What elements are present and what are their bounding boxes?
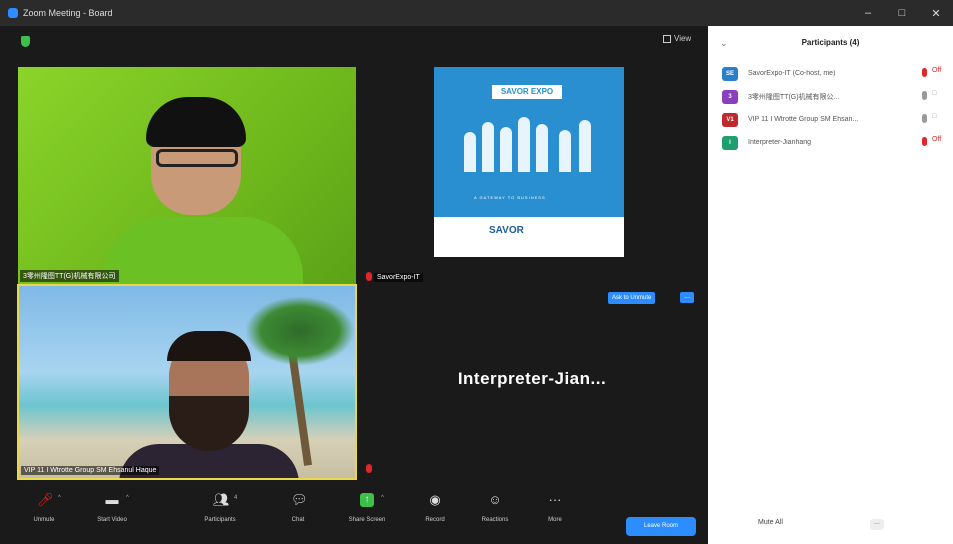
- close-icon[interactable]: ✕: [919, 0, 953, 26]
- participant-count: 4: [234, 495, 238, 501]
- chevron-up-icon[interactable]: ^: [126, 495, 129, 501]
- more-icon: ···: [548, 492, 562, 507]
- participant-row[interactable]: SE SavorExpo-IT (Co-host, me) Off: [708, 62, 953, 85]
- avatar: 3: [722, 89, 738, 104]
- participant-name: Interpreter-Jianhang: [748, 139, 812, 146]
- avatar: SE: [722, 66, 738, 81]
- savor-expo-poster: SAVOR EXPO A GATEWAY TO BUSINESS SAVOR: [434, 67, 624, 257]
- encryption-shield-icon[interactable]: [21, 36, 30, 47]
- avatar: I: [722, 135, 738, 150]
- gallery-grid-icon: [663, 34, 671, 43]
- unmute-label: Unmute: [33, 517, 55, 523]
- poster-tagline: A GATEWAY TO BUSINESS: [474, 195, 546, 200]
- start-video-label: Start Video: [97, 517, 127, 523]
- mic-status-icon: [922, 114, 927, 123]
- participants-panel: ⌄ Participants (4) SE SavorExpo-IT (Co-ho…: [708, 26, 953, 544]
- panel-more-button[interactable]: ...: [870, 519, 884, 530]
- window-controls: – □ ✕: [851, 0, 953, 26]
- panel-title: Participants (4): [801, 38, 860, 47]
- video-tile-savorexpo[interactable]: SAVOR EXPO A GATEWAY TO BUSINESS SAVOR S…: [362, 67, 702, 285]
- reactions-label: Reactions: [481, 517, 509, 523]
- chevron-up-icon[interactable]: ^: [58, 495, 61, 501]
- zoom-app-icon: [8, 8, 18, 18]
- mic-muted-icon: [366, 464, 372, 473]
- avatar: V1: [722, 112, 738, 127]
- participants-icon: 👥︎: [213, 492, 230, 507]
- panel-header: ⌄ Participants (4): [708, 26, 953, 62]
- poster-footer: SAVOR: [434, 217, 624, 257]
- panel-footer: Mute All ...: [708, 511, 953, 544]
- mic-muted-icon: [366, 272, 372, 281]
- participant-row[interactable]: V1 VIP 11 I Wtrotte Group SM Ehsan... □: [708, 108, 953, 131]
- chat-button[interactable]: 💬︎ Chat: [268, 492, 328, 524]
- video-status-icon: □: [932, 113, 937, 120]
- tile-name-tag: 3零州隆图TT(G)机械有限公司: [20, 270, 119, 282]
- video-tile-participant-1[interactable]: 3零州隆图TT(G)机械有限公司: [18, 67, 356, 285]
- record-icon: ◉: [429, 492, 441, 507]
- title-bar: Zoom Meeting - Board – □ ✕: [0, 0, 953, 26]
- video-off-icon: ▬: [105, 492, 119, 507]
- video-tile-active-speaker[interactable]: VIP 11 I Wtrotte Group SM Ehsanul Haque: [17, 284, 357, 480]
- view-button-label: View: [674, 34, 692, 43]
- tile-more-button[interactable]: ...: [680, 292, 694, 303]
- participant-row[interactable]: 3 3零州隆图TT(G)机械有限公... □: [708, 85, 953, 108]
- view-button[interactable]: View: [663, 34, 691, 43]
- start-video-button[interactable]: ▬ ^ Start Video: [82, 492, 142, 524]
- ask-to-unmute-button[interactable]: Ask to Unmute: [608, 292, 656, 304]
- tile-name-tag: VIP 11 I Wtrotte Group SM Ehsanul Haque: [21, 466, 160, 475]
- mic-status-icon: [922, 68, 927, 77]
- participant-name: VIP 11 I Wtrotte Group SM Ehsan...: [748, 116, 859, 123]
- reactions-icon: ☺: [488, 492, 502, 507]
- mic-muted-icon: 🎤︎: [37, 492, 54, 507]
- video-status-icon: Off: [932, 136, 942, 143]
- chevron-up-icon[interactable]: ^: [381, 495, 384, 501]
- record-label: Record: [425, 517, 445, 523]
- more-label: More: [548, 517, 562, 523]
- participant-list: SE SavorExpo-IT (Co-host, me) Off 3 3零州隆图TT(…: [708, 62, 953, 154]
- poster-brand: SAVOR EXPO: [492, 85, 562, 99]
- participant-display-name: Interpreter-Jian...: [457, 369, 607, 388]
- chat-label: Chat: [291, 517, 305, 523]
- poster-logo: SAVOR: [489, 225, 524, 236]
- share-screen-icon: ↑: [360, 493, 374, 507]
- minimize-icon[interactable]: –: [851, 0, 885, 26]
- chat-icon: 💬︎: [291, 492, 308, 507]
- meeting-toolbar: 🎤︎ ^ Unmute ▬ ^ Start Video 👥︎ 4 Partici…: [0, 481, 708, 544]
- tile-name-tag: SavorExpo-IT: [374, 273, 423, 282]
- unmute-button[interactable]: 🎤︎ ^ Unmute: [14, 492, 74, 524]
- window-title: Zoom Meeting - Board: [23, 8, 113, 18]
- palm-tree-background-image: [235, 296, 355, 466]
- maximize-icon[interactable]: □: [885, 0, 919, 26]
- mic-status-icon: [922, 91, 927, 100]
- mic-status-icon: [922, 137, 927, 146]
- share-screen-button[interactable]: ↑ ^ Share Screen: [337, 493, 397, 523]
- video-status-icon: □: [932, 90, 937, 97]
- leave-room-button[interactable]: Leave Room: [626, 517, 696, 536]
- participant-row[interactable]: I Interpreter-Jianhang Off: [708, 131, 953, 154]
- record-button[interactable]: ◉ Record: [405, 492, 465, 524]
- participant-name: SavorExpo-IT (Co-host, me): [748, 70, 836, 77]
- participant-name: 3零州隆图TT(G)机械有限公...: [748, 93, 840, 101]
- reactions-button[interactable]: ☺ Reactions: [465, 492, 525, 524]
- participants-label: Participants: [204, 517, 236, 523]
- mute-all-button[interactable]: Mute All: [758, 519, 783, 526]
- video-status-icon: Off: [932, 67, 942, 74]
- poster-figures-image: [464, 112, 594, 172]
- video-tile-interpreter[interactable]: Interpreter-Jian...: [362, 287, 702, 480]
- share-screen-label: Share Screen: [348, 517, 386, 523]
- more-button[interactable]: ··· More: [525, 492, 585, 524]
- participants-button[interactable]: 👥︎ 4 Participants: [190, 492, 250, 524]
